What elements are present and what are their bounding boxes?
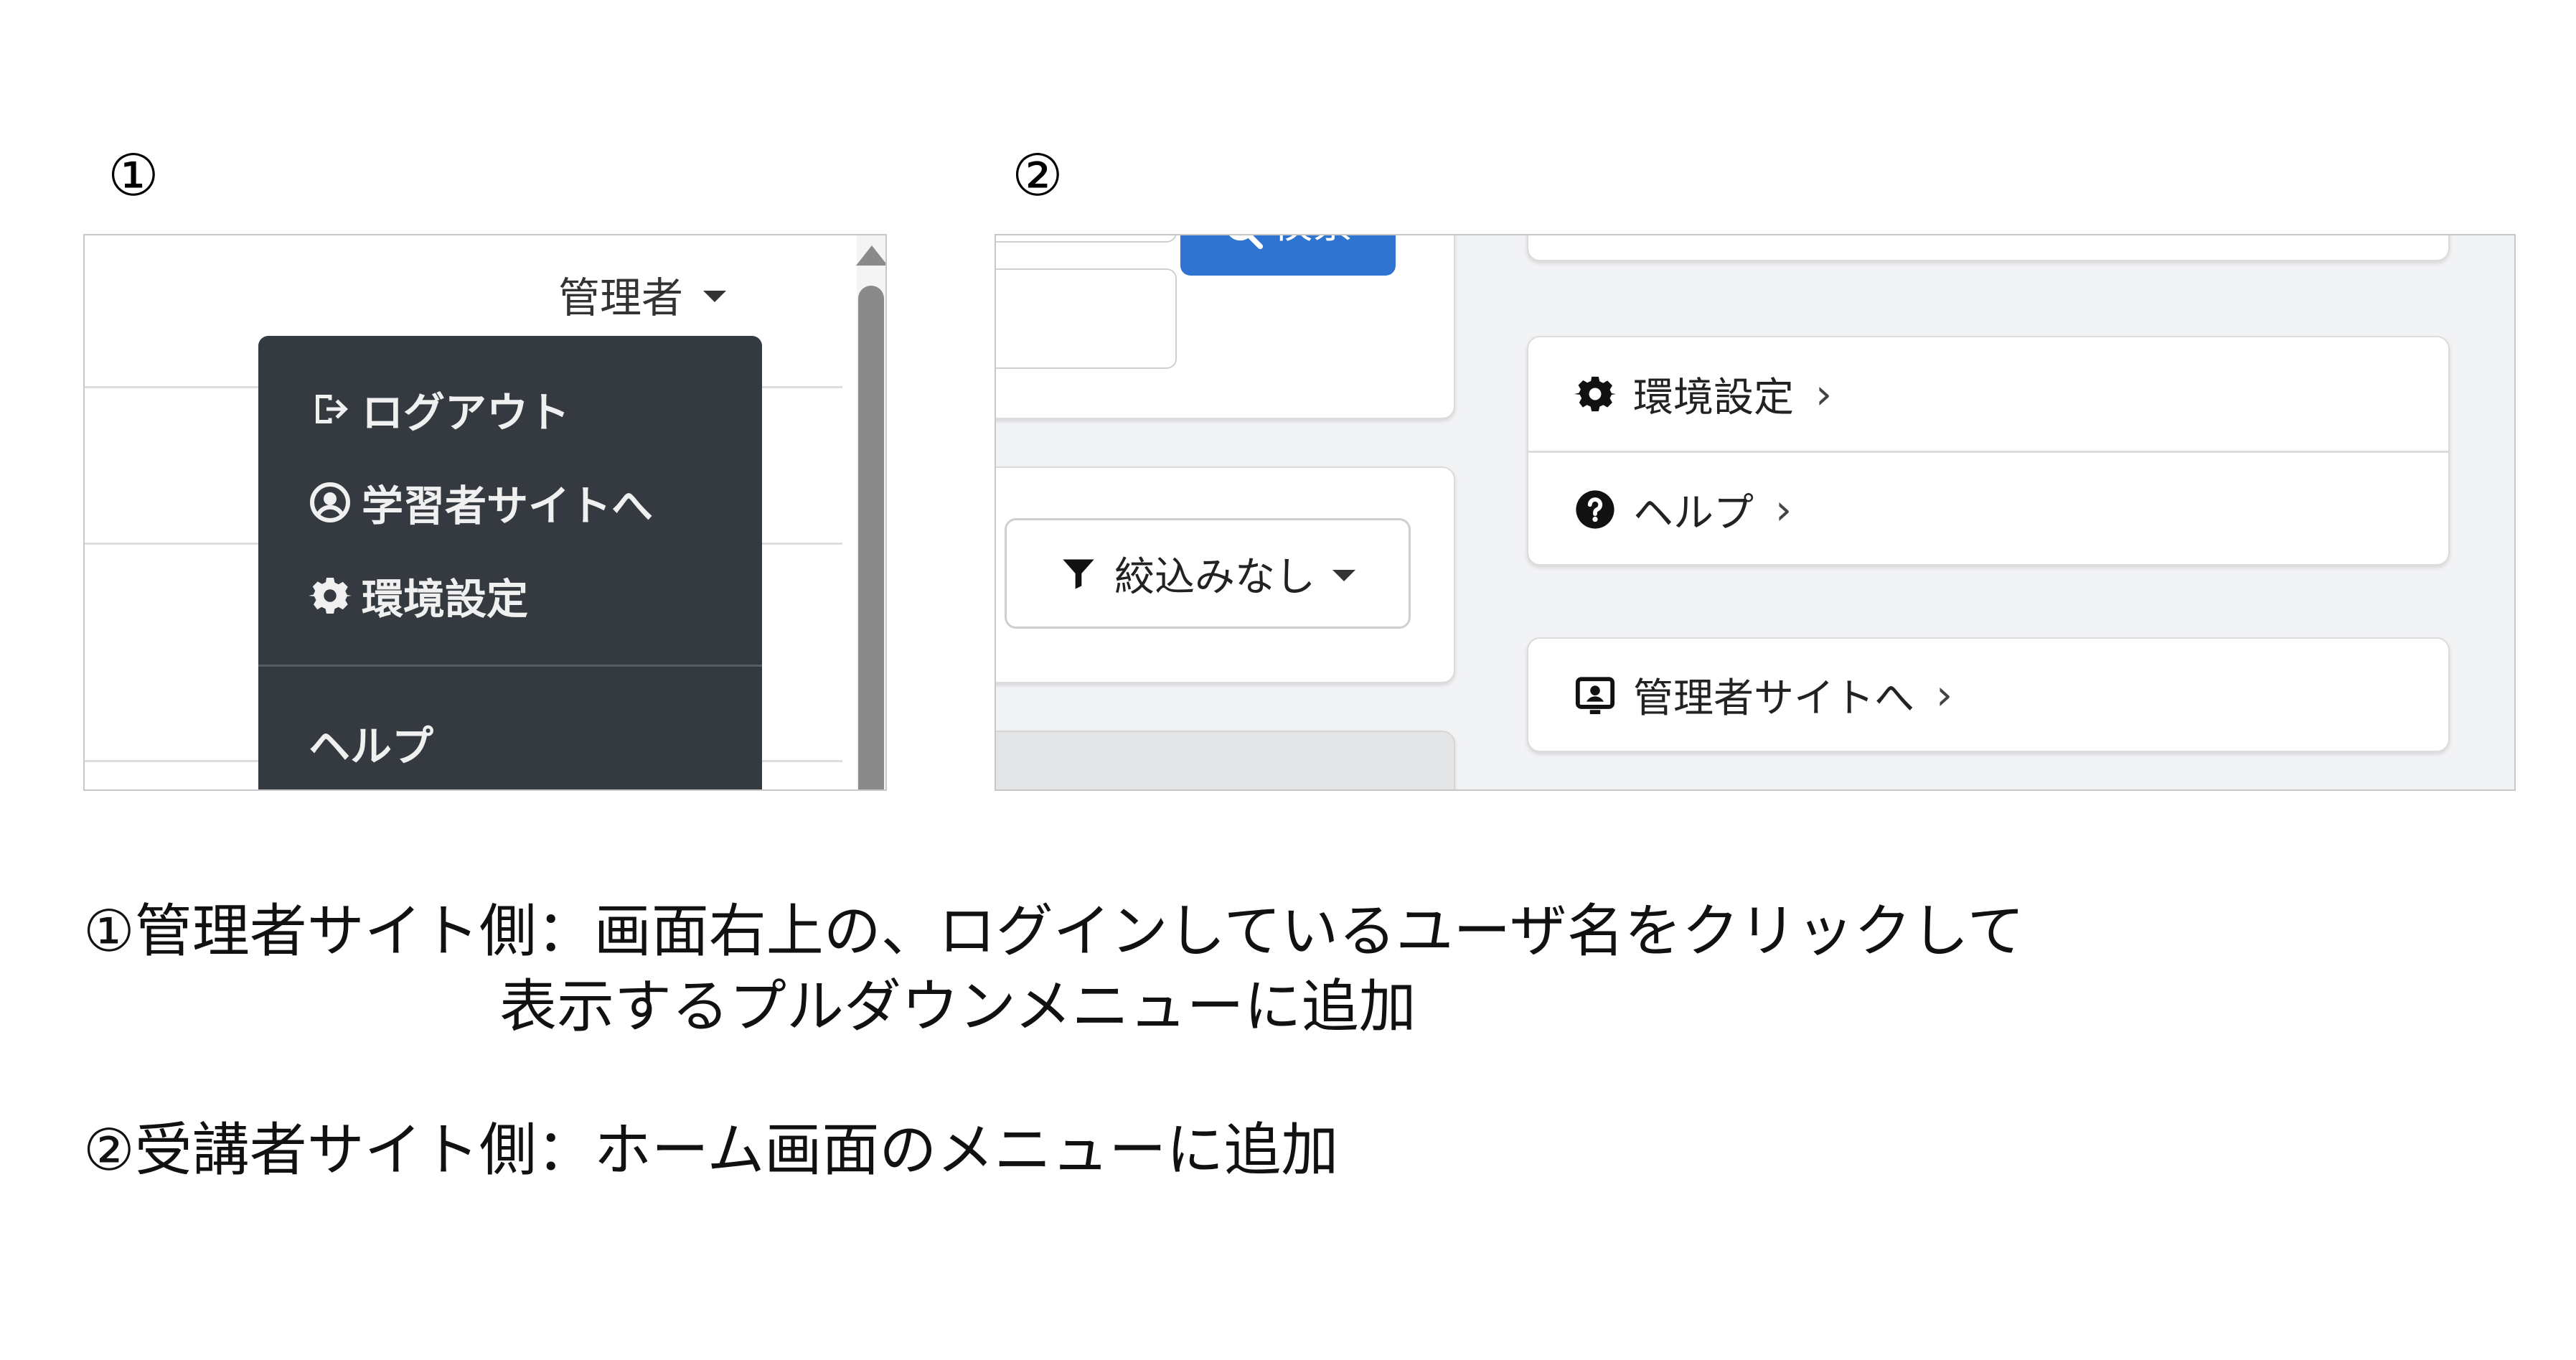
chevron-right-icon: › xyxy=(1815,370,1833,418)
scroll-up-arrow-icon[interactable] xyxy=(856,245,885,266)
question-circle-icon xyxy=(1576,490,1614,529)
learner-site-screenshot: 検索 絞込みなし 環境設定 › xyxy=(995,234,2516,791)
menu-item-learner-site[interactable]: 学習者サイトへ xyxy=(309,472,653,533)
menu-item-logout[interactable]: ログアウト xyxy=(309,379,570,439)
caret-down-icon xyxy=(703,291,727,302)
portrait-icon xyxy=(1575,677,1615,715)
menu-divider xyxy=(258,665,762,667)
user-name: 管理者 xyxy=(558,273,684,322)
user-dropdown-menu: ログアウト 学習者サイトへ 環境設定 ヘルプ xyxy=(258,336,762,789)
gear-icon xyxy=(1574,376,1616,412)
caption-line-3: ②受講者サイト側：ホーム画面のメニューに追加 xyxy=(83,1117,1339,1183)
menu-settings[interactable]: 環境設定 › xyxy=(1528,337,2448,451)
menu-help[interactable]: ヘルプ › xyxy=(1528,453,2448,566)
lower-card xyxy=(996,731,1455,789)
filter-icon xyxy=(1063,559,1094,589)
search-button[interactable]: 検索 xyxy=(1180,235,1396,276)
scrollbar[interactable] xyxy=(856,235,885,789)
filter-card: 絞込みなし xyxy=(996,466,1455,683)
settings-help-card: 環境設定 › ヘルプ › xyxy=(1527,336,2450,566)
caption-line-2: 表示するプルダウンメニューに追加 xyxy=(499,973,1416,1040)
marker-1: ① xyxy=(108,142,159,209)
top-menu-card xyxy=(1527,235,2450,261)
search-icon xyxy=(1229,235,1264,250)
marker-2: ② xyxy=(1012,142,1063,209)
scroll-thumb[interactable] xyxy=(858,286,884,789)
logout-icon xyxy=(316,395,348,423)
caption-line-1: ①管理者サイト側：画面右上の、ログインしているユーザ名をクリックして xyxy=(83,898,2025,965)
admin-site-screenshot: 管理者 ログアウト 学習者サイトへ 環境設定 ヘルプ xyxy=(83,234,887,791)
chevron-right-icon: › xyxy=(1775,485,1792,534)
caret-down-icon xyxy=(1332,570,1355,581)
search-card: 検索 xyxy=(996,235,1455,419)
search-input[interactable] xyxy=(996,268,1177,369)
search-input-top[interactable] xyxy=(996,235,1177,243)
menu-item-help[interactable]: ヘルプ xyxy=(309,713,433,773)
gear-icon xyxy=(309,578,352,614)
filter-dropdown[interactable]: 絞込みなし xyxy=(1005,518,1411,629)
user-menu-toggle[interactable]: 管理者 xyxy=(558,264,727,324)
menu-admin-site[interactable]: 管理者サイトへ › xyxy=(1528,639,2448,751)
admin-site-card: 管理者サイトへ › xyxy=(1527,637,2450,752)
chevron-right-icon: › xyxy=(1936,670,1953,719)
user-circle-icon xyxy=(310,482,350,522)
menu-item-settings[interactable]: 環境設定 xyxy=(309,566,528,626)
